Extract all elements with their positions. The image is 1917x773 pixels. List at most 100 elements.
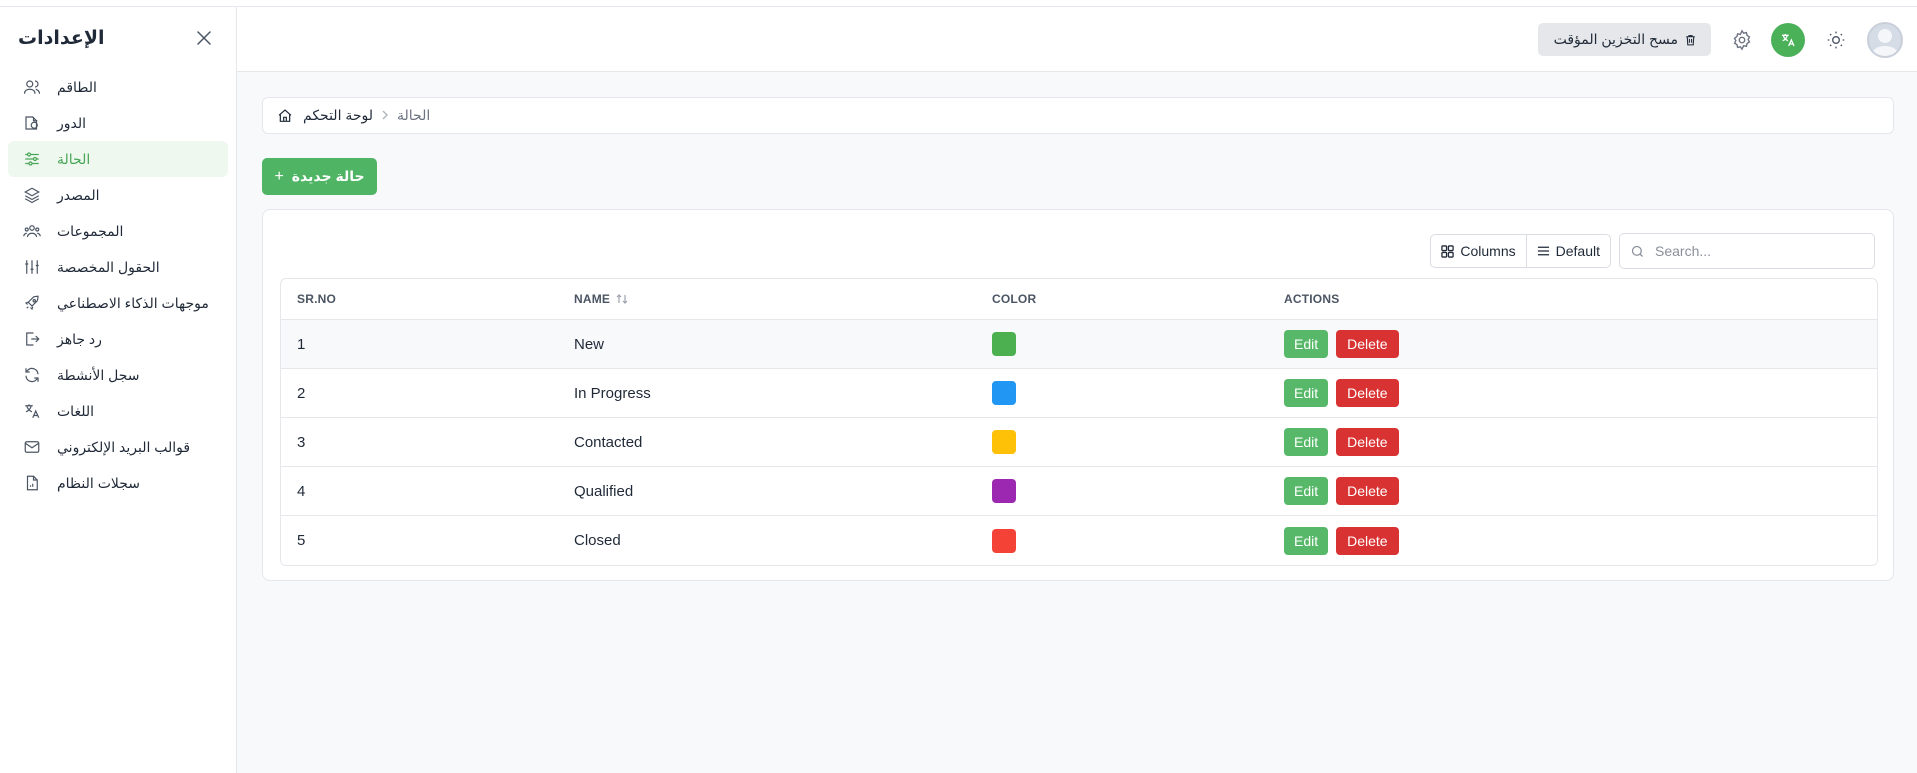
name-cell: In Progress (574, 384, 651, 402)
reply-icon (22, 329, 42, 349)
table-row: 1 New Edit Delete (281, 320, 1877, 369)
search-icon (1630, 244, 1645, 259)
actions-cell: Edit Delete (1268, 477, 1399, 505)
chevron-right-icon (381, 108, 389, 123)
file-icon (22, 473, 42, 493)
edit-button[interactable]: Edit (1284, 330, 1329, 358)
grid-icon (1441, 244, 1455, 258)
sidebar-item-ai-prompts[interactable]: موجهات الذكاء الاصطناعي (8, 285, 228, 321)
color-cell (976, 381, 1268, 405)
sr-no-cell: 1 (297, 335, 306, 353)
language-button[interactable] (1771, 22, 1805, 57)
columns-label: Columns (1460, 243, 1516, 259)
edit-button[interactable]: Edit (1284, 428, 1329, 456)
color-swatch (992, 430, 1016, 454)
groups-icon (22, 221, 42, 241)
sr-no-cell: 5 (297, 532, 306, 549)
column-header-label: NAME (574, 292, 611, 306)
sr-no-cell: 3 (297, 433, 306, 451)
sort-icon[interactable] (616, 293, 628, 305)
sidebar-item-system-logs[interactable]: سجلات النظام (8, 465, 228, 501)
sliders-icon (22, 149, 42, 169)
column-header-name[interactable]: NAME (558, 292, 976, 306)
search-input[interactable] (1655, 243, 1855, 259)
sidebar-item-activity-log[interactable]: سجل الأنشطة (8, 357, 228, 393)
clear-cache-button[interactable]: مسح التخزين المؤقت (1537, 23, 1711, 56)
settings-sidebar: الإعدادات الطاقم الدور الحالة المصدر الم… (0, 7, 237, 773)
name-cell: Qualified (574, 482, 634, 500)
translate-icon (1780, 32, 1796, 48)
new-status-button[interactable]: + حالة جديدة (262, 158, 377, 195)
sidebar-item-email-templates[interactable]: قوالب البريد الإلكتروني (8, 429, 228, 465)
sidebar-item-label: رد جاهز (57, 330, 102, 347)
sidebar-item-label: الطاقم (57, 78, 97, 95)
user-avatar[interactable] (1867, 21, 1903, 58)
sidebar-item-source[interactable]: المصدر (8, 177, 228, 213)
actions-cell: Edit Delete (1268, 379, 1399, 407)
gear-icon (1731, 28, 1753, 51)
theme-toggle-button[interactable] (1819, 23, 1853, 57)
table-row: 4 Qualified Edit Delete (281, 467, 1877, 516)
settings-button[interactable] (1725, 23, 1759, 57)
translate-icon (22, 401, 42, 421)
sidebar-item-role[interactable]: الدور (8, 105, 228, 141)
color-cell (976, 479, 1268, 503)
sidebar-title: الإعدادات (18, 27, 105, 49)
columns-button[interactable]: Columns (1431, 235, 1525, 267)
name-cell: Contacted (574, 433, 643, 451)
name-cell: New (574, 335, 605, 353)
density-label: Default (1555, 243, 1600, 259)
sidebar-item-groups[interactable]: المجموعات (8, 213, 228, 249)
edit-button[interactable]: Edit (1284, 379, 1329, 407)
sidebar-item-label: سجل الأنشطة (57, 366, 140, 383)
column-header-actions: ACTIONS (1284, 292, 1340, 306)
density-button[interactable]: Default (1525, 235, 1610, 267)
actions-cell: Edit Delete (1268, 526, 1399, 555)
sidebar-item-label: سجلات النظام (57, 474, 140, 491)
column-header-color: COLOR (992, 292, 1037, 306)
sidebar-item-quick-reply[interactable]: رد جاهز (8, 321, 228, 357)
color-cell (976, 528, 1268, 553)
sidebar-item-status[interactable]: الحالة (8, 141, 228, 177)
layers-icon (22, 185, 42, 205)
breadcrumb-home-link[interactable]: لوحة التحكم (303, 107, 373, 124)
custom-fields-icon (22, 257, 42, 277)
color-cell (976, 430, 1268, 454)
sidebar-item-label: موجهات الذكاء الاصطناعي (57, 294, 209, 311)
sidebar-item-staff[interactable]: الطاقم (8, 69, 228, 105)
sidebar-item-label: المجموعات (57, 222, 124, 239)
status-table-card: Columns Default SR.NO NAME COLOR ACTIONS… (262, 209, 1894, 581)
delete-button[interactable]: Delete (1336, 330, 1399, 358)
breadcrumb-current: الحالة (397, 107, 431, 123)
home-icon[interactable] (277, 108, 293, 124)
sidebar-nav: الطاقم الدور الحالة المصدر المجموعات الح… (0, 69, 236, 501)
clear-cache-label: مسح التخزين المؤقت (1553, 31, 1678, 47)
color-swatch (992, 479, 1016, 503)
role-icon (22, 113, 42, 133)
sidebar-item-custom-fields[interactable]: الحقول المخصصة (8, 249, 228, 285)
table-row: 2 In Progress Edit Delete (281, 369, 1877, 418)
table-row: 5 Closed Edit Delete (281, 516, 1877, 565)
sidebar-item-languages[interactable]: اللغات (8, 393, 228, 429)
menu-icon (1537, 245, 1550, 257)
actions-cell: Edit Delete (1268, 330, 1399, 358)
edit-button[interactable]: Edit (1284, 477, 1329, 505)
name-cell: Closed (574, 532, 621, 549)
delete-button[interactable]: Delete (1336, 477, 1399, 505)
sidebar-item-label: الحالة (57, 150, 91, 167)
delete-button[interactable]: Delete (1336, 428, 1399, 456)
delete-button[interactable]: Delete (1336, 379, 1399, 407)
delete-button[interactable]: Delete (1336, 526, 1399, 555)
trash-icon (1684, 33, 1697, 47)
sr-no-cell: 4 (297, 482, 306, 500)
edit-button[interactable]: Edit (1284, 526, 1329, 555)
sidebar-item-label: قوالب البريد الإلكتروني (57, 438, 191, 455)
search-box (1619, 233, 1875, 269)
color-swatch (992, 381, 1016, 405)
close-icon[interactable] (194, 28, 214, 48)
sidebar-header: الإعدادات (0, 7, 236, 69)
breadcrumb: لوحة التحكم الحالة (262, 97, 1894, 134)
sidebar-item-label: المصدر (57, 186, 100, 203)
refresh-icon (22, 365, 42, 385)
table-toolbar: Columns Default (1430, 233, 1875, 269)
